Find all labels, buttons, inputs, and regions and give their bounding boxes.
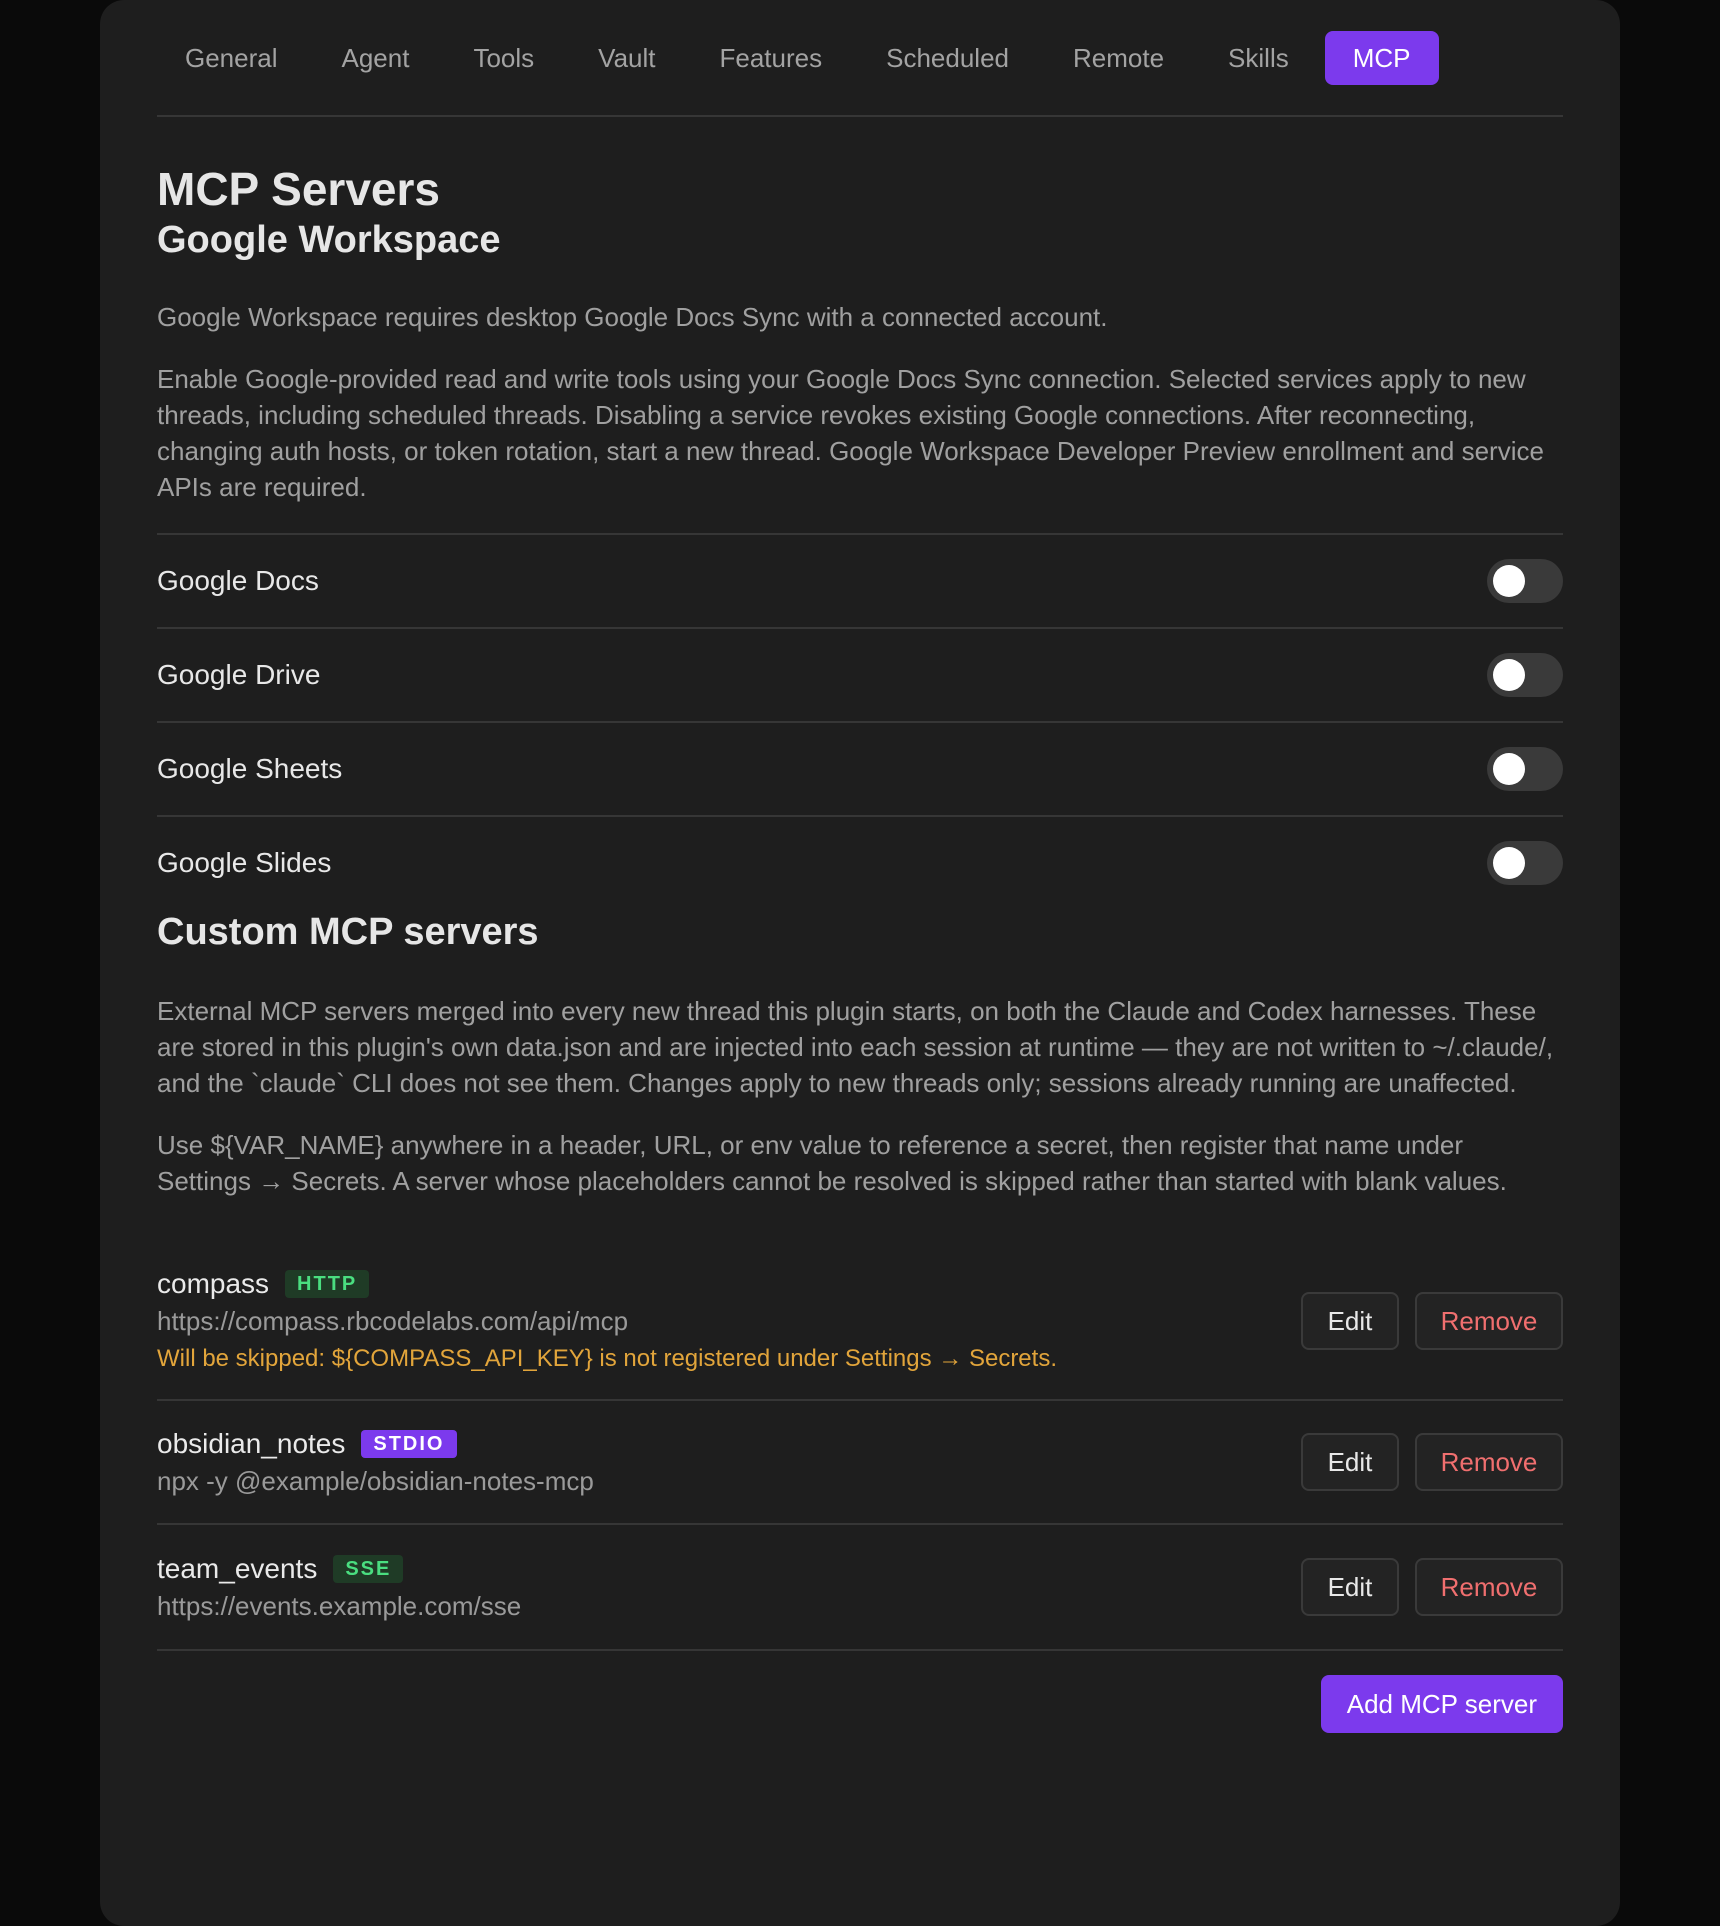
- service-label: Google Drive: [157, 659, 321, 690]
- edit-button[interactable]: Edit: [1301, 1292, 1399, 1350]
- google-workspace-requirement: Google Workspace requires desktop Google…: [157, 302, 1108, 332]
- server-name: team_events: [157, 1553, 318, 1584]
- custom-servers-footer: Add MCP server: [157, 1675, 1563, 1733]
- custom-server-list: compass HTTP https://compass.rbcodelabs.…: [157, 1243, 1563, 1651]
- server-head: compass HTTP: [157, 1266, 1057, 1302]
- service-label: Google Slides: [157, 847, 332, 878]
- settings-panel: General Agent Tools Vault Features Sched…: [100, 0, 1620, 1926]
- tab-remote[interactable]: Remote: [1045, 31, 1192, 85]
- tab-skills[interactable]: Skills: [1200, 31, 1317, 85]
- google-sheets-toggle[interactable]: [1487, 747, 1563, 791]
- toggle-knob: [1493, 753, 1525, 785]
- edit-button[interactable]: Edit: [1301, 1558, 1399, 1616]
- custom-servers-secrets-note: Use ${VAR_NAME} anywhere in a header, UR…: [157, 1130, 1507, 1196]
- server-info: team_events SSE https://events.example.c…: [157, 1551, 521, 1623]
- server-actions: Edit Remove: [1301, 1433, 1563, 1491]
- tab-agent[interactable]: Agent: [314, 31, 438, 85]
- tab-vault[interactable]: Vault: [570, 31, 683, 85]
- page-title: MCP Servers: [157, 163, 440, 215]
- tab-mcp[interactable]: MCP: [1324, 30, 1439, 85]
- remove-button[interactable]: Remove: [1415, 1433, 1563, 1491]
- toggle-knob: [1493, 565, 1525, 597]
- edit-button[interactable]: Edit: [1301, 1433, 1399, 1491]
- google-slides-toggle[interactable]: [1487, 841, 1563, 885]
- server-command: npx -y @example/obsidian-notes-mcp: [157, 1466, 594, 1496]
- server-head: team_events SSE: [157, 1551, 521, 1587]
- service-row-google-docs: Google Docs: [157, 535, 1563, 629]
- remove-button[interactable]: Remove: [1415, 1292, 1563, 1350]
- add-mcp-server-button[interactable]: Add MCP server: [1320, 1675, 1563, 1733]
- tab-tools[interactable]: Tools: [445, 31, 562, 85]
- settings-tabs: General Agent Tools Vault Features Sched…: [157, 0, 1563, 117]
- service-label: Google Docs: [157, 565, 319, 596]
- server-type-badge: HTTP: [285, 1270, 370, 1298]
- service-label: Google Sheets: [157, 753, 343, 784]
- tab-general[interactable]: General: [157, 31, 306, 85]
- server-row-compass: compass HTTP https://compass.rbcodelabs.…: [157, 1243, 1563, 1401]
- custom-servers-title: Custom MCP servers: [157, 911, 539, 953]
- google-docs-toggle[interactable]: [1487, 559, 1563, 603]
- server-url: https://events.example.com/sse: [157, 1591, 522, 1621]
- service-row-google-sheets: Google Sheets: [157, 723, 1563, 817]
- google-drive-toggle[interactable]: [1487, 653, 1563, 697]
- google-workspace-title: Google Workspace: [157, 219, 501, 261]
- server-name: compass: [157, 1268, 270, 1299]
- remove-button[interactable]: Remove: [1415, 1558, 1563, 1616]
- server-actions: Edit Remove: [1301, 1292, 1563, 1350]
- tab-features[interactable]: Features: [692, 31, 851, 85]
- server-url: https://compass.rbcodelabs.com/api/mcp: [157, 1306, 629, 1336]
- server-head: obsidian_notes STDIO: [157, 1426, 594, 1462]
- service-row-google-drive: Google Drive: [157, 629, 1563, 723]
- server-type-badge: SSE: [333, 1555, 404, 1583]
- server-row-obsidian-notes: obsidian_notes STDIO npx -y @example/obs…: [157, 1401, 1563, 1525]
- google-services-list: Google Docs Google Drive Google Sheets G…: [157, 533, 1563, 909]
- service-row-google-slides: Google Slides: [157, 817, 1563, 909]
- server-actions: Edit Remove: [1301, 1558, 1563, 1616]
- server-name: obsidian_notes: [157, 1428, 346, 1459]
- server-warning: Will be skipped: ${COMPASS_API_KEY} is n…: [157, 1345, 1057, 1372]
- custom-servers-description: External MCP servers merged into every n…: [157, 996, 1554, 1098]
- toggle-knob: [1493, 659, 1525, 691]
- server-type-badge: STDIO: [361, 1430, 457, 1458]
- toggle-knob: [1493, 847, 1525, 879]
- google-workspace-description: Enable Google-provided read and write to…: [157, 364, 1544, 502]
- server-row-team-events: team_events SSE https://events.example.c…: [157, 1525, 1563, 1651]
- server-info: compass HTTP https://compass.rbcodelabs.…: [157, 1266, 1057, 1376]
- tab-scheduled[interactable]: Scheduled: [858, 31, 1037, 85]
- server-info: obsidian_notes STDIO npx -y @example/obs…: [157, 1426, 594, 1498]
